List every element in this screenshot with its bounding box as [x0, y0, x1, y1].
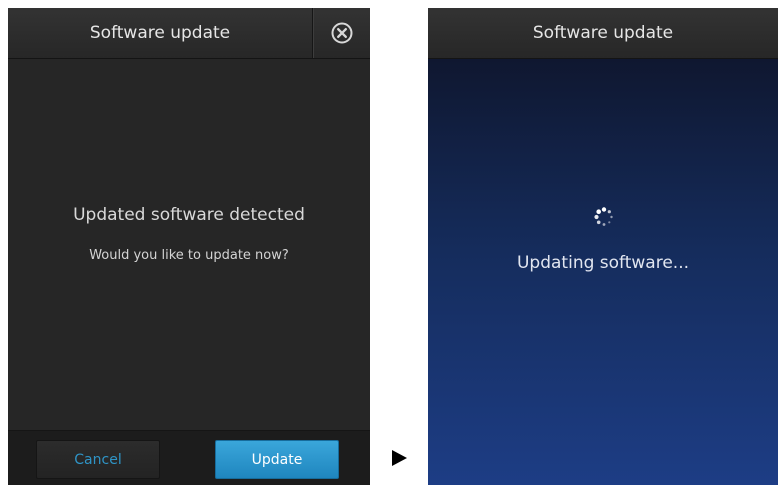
prompt-title: Updated software detected [73, 205, 305, 225]
header-divider [312, 8, 313, 58]
updating-header: Software update [428, 8, 778, 59]
cancel-button[interactable]: Cancel [36, 440, 160, 479]
close-button[interactable] [314, 8, 370, 58]
play-arrow-icon [392, 450, 407, 466]
updating-header-title: Software update [532, 23, 674, 43]
update-flow-stage: Software update Updated software detecte… [0, 0, 779, 485]
updating-status-text: Updating software... [516, 253, 690, 273]
update-prompt-screen: Software update Updated software detecte… [8, 8, 370, 485]
loading-spinner-icon [594, 207, 613, 226]
close-circle-icon [331, 22, 353, 44]
prompt-body [8, 59, 370, 430]
prompt-header-title: Software update [89, 23, 231, 43]
updating-screen: Software update Updating software... [428, 8, 778, 485]
prompt-subtitle: Would you like to update now? [89, 248, 289, 263]
update-button[interactable]: Update [215, 440, 339, 479]
prompt-header: Software update [8, 8, 370, 59]
